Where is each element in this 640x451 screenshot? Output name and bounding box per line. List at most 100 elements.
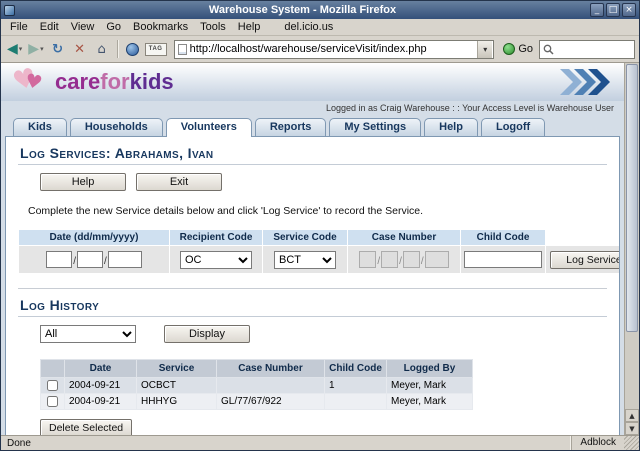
menu-bookmarks[interactable]: Bookmarks [127,20,194,34]
date-cell: 2004-09-21 [64,376,137,395]
tab-reports[interactable]: Reports [254,118,327,136]
menu-go[interactable]: Go [100,20,127,34]
service-select[interactable]: BCT [274,251,336,269]
web-page: ♥ ♥ careforkids Logged in as Craig Wareh… [1,63,624,435]
exit-button[interactable]: Exit [136,173,222,191]
history-row: 2004-09-21 HHHYG GL/77/67/922 Meyer, Mar… [40,393,473,411]
menu-edit[interactable]: Edit [34,20,65,34]
window-title: Warehouse System - Mozilla Firefox [208,4,397,16]
menu-view[interactable]: View [65,20,101,34]
child-code-input[interactable] [464,250,542,268]
display-button[interactable]: Display [164,325,250,343]
scrollbar-track[interactable] [625,333,639,409]
back-dropdown-icon: ▾ [18,45,23,53]
section-divider [18,288,607,289]
toolbar-separator [116,40,119,58]
tag-button[interactable]: TAG [144,42,167,56]
go-label: Go [518,43,533,55]
url-bar[interactable]: ▾ [173,39,495,59]
log-history-table: Date Service Case Number Child Code Logg… [40,359,473,411]
child-code-cell [324,393,387,411]
instructions-text: Complete the new Service details below a… [28,205,424,217]
case-part1-input [359,250,377,268]
date-cell: / / [19,246,169,273]
service-form-table: Date (dd/mm/yyyy) Recipient Code Service… [18,229,619,274]
date-month-input[interactable] [77,250,103,268]
titlebar[interactable]: Warehouse System - Mozilla Firefox _ □ × [1,1,639,19]
col-child-code: Child Code [324,359,387,378]
logged-by-cell: Meyer, Mark [386,376,473,395]
delicious-globe-icon[interactable] [125,42,139,56]
child-code-cell [461,246,545,273]
search-input[interactable] [556,43,631,55]
window-icon [4,4,15,16]
resize-grip[interactable] [624,436,639,450]
menu-delicious[interactable]: del.icio.us [278,20,339,34]
row-checkbox[interactable] [47,380,58,391]
menu-help[interactable]: Help [232,20,267,34]
browser-viewport: ♥ ♥ careforkids Logged in as Craig Wareh… [1,63,639,435]
col-recipient-code: Recipient Code [170,230,262,245]
menu-tools[interactable]: Tools [194,20,232,34]
home-button[interactable]: ⌂ [92,41,112,57]
url-dropdown-icon[interactable]: ▾ [477,40,493,58]
site-header: ♥ ♥ careforkids [1,63,624,101]
search-box[interactable] [539,39,635,59]
select-cell [40,393,65,411]
page-favicon [177,43,187,55]
scrollbar-thumb[interactable] [626,64,638,332]
row-checkbox[interactable] [47,396,58,408]
tab-help[interactable]: Help [424,118,478,136]
history-row: 2004-09-21 OCBCT 1 Meyer, Mark [40,376,473,395]
history-header-row: Date Service Case Number Child Code Logg… [40,359,473,378]
browser-window: Warehouse System - Mozilla Firefox _ □ ×… [0,0,640,451]
tab-my-settings[interactable]: My Settings [329,118,422,136]
log-service-button[interactable]: Log Service [550,251,619,269]
statusbar: Done Adblock [1,435,639,450]
scroll-up-button[interactable]: ▲ [625,409,639,422]
url-input[interactable] [189,41,478,57]
col-date: Date (dd/mm/yyyy) [19,230,169,245]
case-part3-input [402,250,420,268]
tab-households[interactable]: Households [69,118,163,136]
scroll-down-button[interactable]: ▼ [625,422,639,435]
careforkids-logo: ♥ ♥ careforkids [9,63,174,98]
minimize-button[interactable]: _ [590,3,604,17]
service-cell: HHHYG [136,393,217,411]
history-filter-select[interactable]: All [40,325,136,343]
date-year-input[interactable] [107,250,142,268]
window-controls: _ □ × [590,3,636,17]
search-icon [543,44,554,55]
hearts-logo-icon: ♥ ♥ [9,63,45,98]
adblock-status[interactable]: Adblock [571,436,624,450]
tab-kids[interactable]: Kids [13,118,67,136]
reload-button[interactable]: ↻ [48,41,68,57]
forward-button[interactable]: ▶ ▾ [26,40,45,58]
stop-button[interactable]: ✕ [70,41,90,57]
col-child-code: Child Code [461,230,545,245]
service-cell: OCBCT [136,376,217,395]
back-button[interactable]: ◀ ▾ [5,40,24,58]
help-button[interactable]: Help [40,173,126,191]
tab-volunteers[interactable]: Volunteers [165,118,252,137]
case-part2-input [381,250,399,268]
col-select [40,359,65,378]
recipient-select[interactable]: OC [180,251,252,269]
go-button[interactable]: Go [499,41,537,57]
form-input-row: / / OC BCT / / / Log Service [19,246,619,273]
vertical-scrollbar[interactable]: ▲ ▼ [624,63,639,435]
select-cell [40,376,65,395]
log-history-title: Log History [20,297,100,313]
date-day-input[interactable] [46,250,73,268]
menubar: File Edit View Go Bookmarks Tools Help d… [1,19,639,36]
logo-text: careforkids [55,69,174,94]
back-icon: ◀ [7,41,18,57]
chevrons-icon [560,69,610,95]
tab-logoff[interactable]: Logoff [480,118,546,136]
menu-file[interactable]: File [4,20,34,34]
delete-selected-button[interactable]: Delete Selected [40,419,133,435]
case-number-cell [216,376,325,395]
maximize-button[interactable]: □ [606,3,620,17]
close-button[interactable]: × [622,3,636,17]
child-code-cell: 1 [324,376,387,395]
